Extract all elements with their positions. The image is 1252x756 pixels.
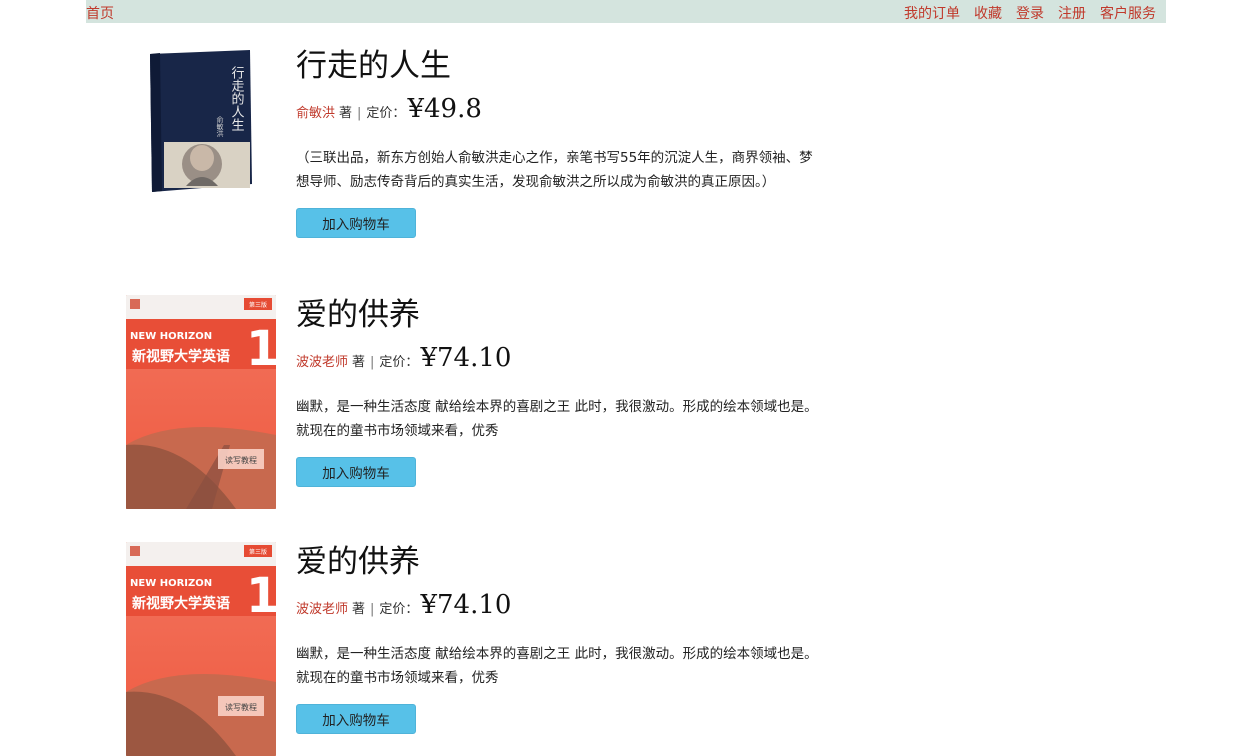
svg-text:读写教程: 读写教程: [225, 455, 257, 465]
book-price: ¥74.10: [420, 590, 512, 620]
author-role: 著: [352, 602, 366, 617]
my-orders-link[interactable]: 我的订单: [904, 3, 960, 23]
login-link[interactable]: 登录: [1016, 3, 1044, 23]
favorites-link[interactable]: 收藏: [974, 3, 1002, 23]
book-description: （三联出品，新东方创始人俞敏洪走心之作，亲笔书写55年的沉淀人生，商界领袖、梦想…: [296, 150, 813, 190]
svg-text:第三版: 第三版: [249, 548, 267, 556]
author-role: 著: [339, 106, 353, 121]
book-cover-art: 行走的人生 俞敏洪: [150, 50, 252, 192]
home-link[interactable]: 首页: [86, 3, 114, 23]
price-label: 定价：: [379, 602, 419, 617]
book-price: ¥74.10: [420, 343, 512, 373]
top-nav-bar: 首页 我的订单 收藏 登录 注册 客户服务: [86, 0, 1166, 23]
book-cover-art: 第三版 NEW HORIZON 新视野大学英语 1 读写教程: [126, 295, 276, 509]
meta-separator: |: [370, 602, 375, 617]
svg-text:行走的人生: 行走的人生: [229, 66, 245, 131]
book-description: 幽默，是一种生活态度 献给绘本界的喜剧之王 此时，我很激动。形成的绘本领域也是。…: [296, 646, 818, 686]
author-role: 著: [352, 355, 366, 370]
register-link[interactable]: 注册: [1058, 3, 1086, 23]
book-title[interactable]: 行走的人生: [296, 46, 826, 86]
book-meta: 波波老师 著 | 定价： ¥74.10: [296, 343, 826, 373]
book-author[interactable]: 俞敏洪: [296, 102, 335, 121]
book-info: 行走的人生 俞敏洪 著 | 定价： ¥49.8 （三联出品，新东方创始人俞敏洪走…: [296, 46, 826, 238]
svg-text:俞敏洪: 俞敏洪: [216, 115, 224, 138]
svg-text:1: 1: [246, 321, 276, 377]
book-info: 爱的供养 波波老师 著 | 定价： ¥74.10 幽默，是一种生活态度 献给绘本…: [296, 542, 826, 734]
book-cover-image[interactable]: 第三版 NEW HORIZON 新视野大学英语 1 读写教程: [126, 295, 276, 509]
customer-service-link[interactable]: 客户服务: [1100, 3, 1156, 23]
book-meta: 波波老师 著 | 定价： ¥74.10: [296, 590, 826, 620]
book-title[interactable]: 爱的供养: [296, 295, 826, 335]
book-cover-art: 第三版 NEW HORIZON 新视野大学英语 1 读写教程: [126, 542, 276, 756]
book-info: 爱的供养 波波老师 著 | 定价： ¥74.10 幽默，是一种生活态度 献给绘本…: [296, 295, 826, 487]
book-meta: 俞敏洪 著 | 定价： ¥49.8: [296, 94, 826, 124]
add-to-cart-button[interactable]: 加入购物车: [296, 208, 416, 238]
price-label: 定价：: [379, 355, 419, 370]
book-title[interactable]: 爱的供养: [296, 542, 826, 582]
add-to-cart-button[interactable]: 加入购物车: [296, 457, 416, 487]
svg-text:新视野大学英语: 新视野大学英语: [132, 595, 230, 612]
book-cover-image[interactable]: 第三版 NEW HORIZON 新视野大学英语 1 读写教程: [126, 542, 276, 756]
add-to-cart-button[interactable]: 加入购物车: [296, 704, 416, 734]
user-nav: 我的订单 收藏 登录 注册 客户服务: [904, 3, 1156, 23]
meta-separator: |: [357, 106, 362, 121]
svg-text:1: 1: [246, 568, 276, 624]
price-label: 定价：: [366, 106, 406, 121]
book-author[interactable]: 波波老师: [296, 351, 348, 370]
svg-text:NEW HORIZON: NEW HORIZON: [130, 331, 212, 342]
svg-text:读写教程: 读写教程: [225, 702, 257, 712]
svg-text:新视野大学英语: 新视野大学英语: [132, 348, 230, 365]
book-price: ¥49.8: [407, 94, 482, 124]
book-author[interactable]: 波波老师: [296, 598, 348, 617]
svg-text:NEW HORIZON: NEW HORIZON: [130, 578, 212, 589]
book-description: 幽默，是一种生活态度 献给绘本界的喜剧之王 此时，我很激动。形成的绘本领域也是。…: [296, 399, 818, 439]
svg-text:第三版: 第三版: [249, 301, 267, 309]
meta-separator: |: [370, 355, 375, 370]
book-cover-image[interactable]: 行走的人生 俞敏洪: [138, 46, 270, 196]
